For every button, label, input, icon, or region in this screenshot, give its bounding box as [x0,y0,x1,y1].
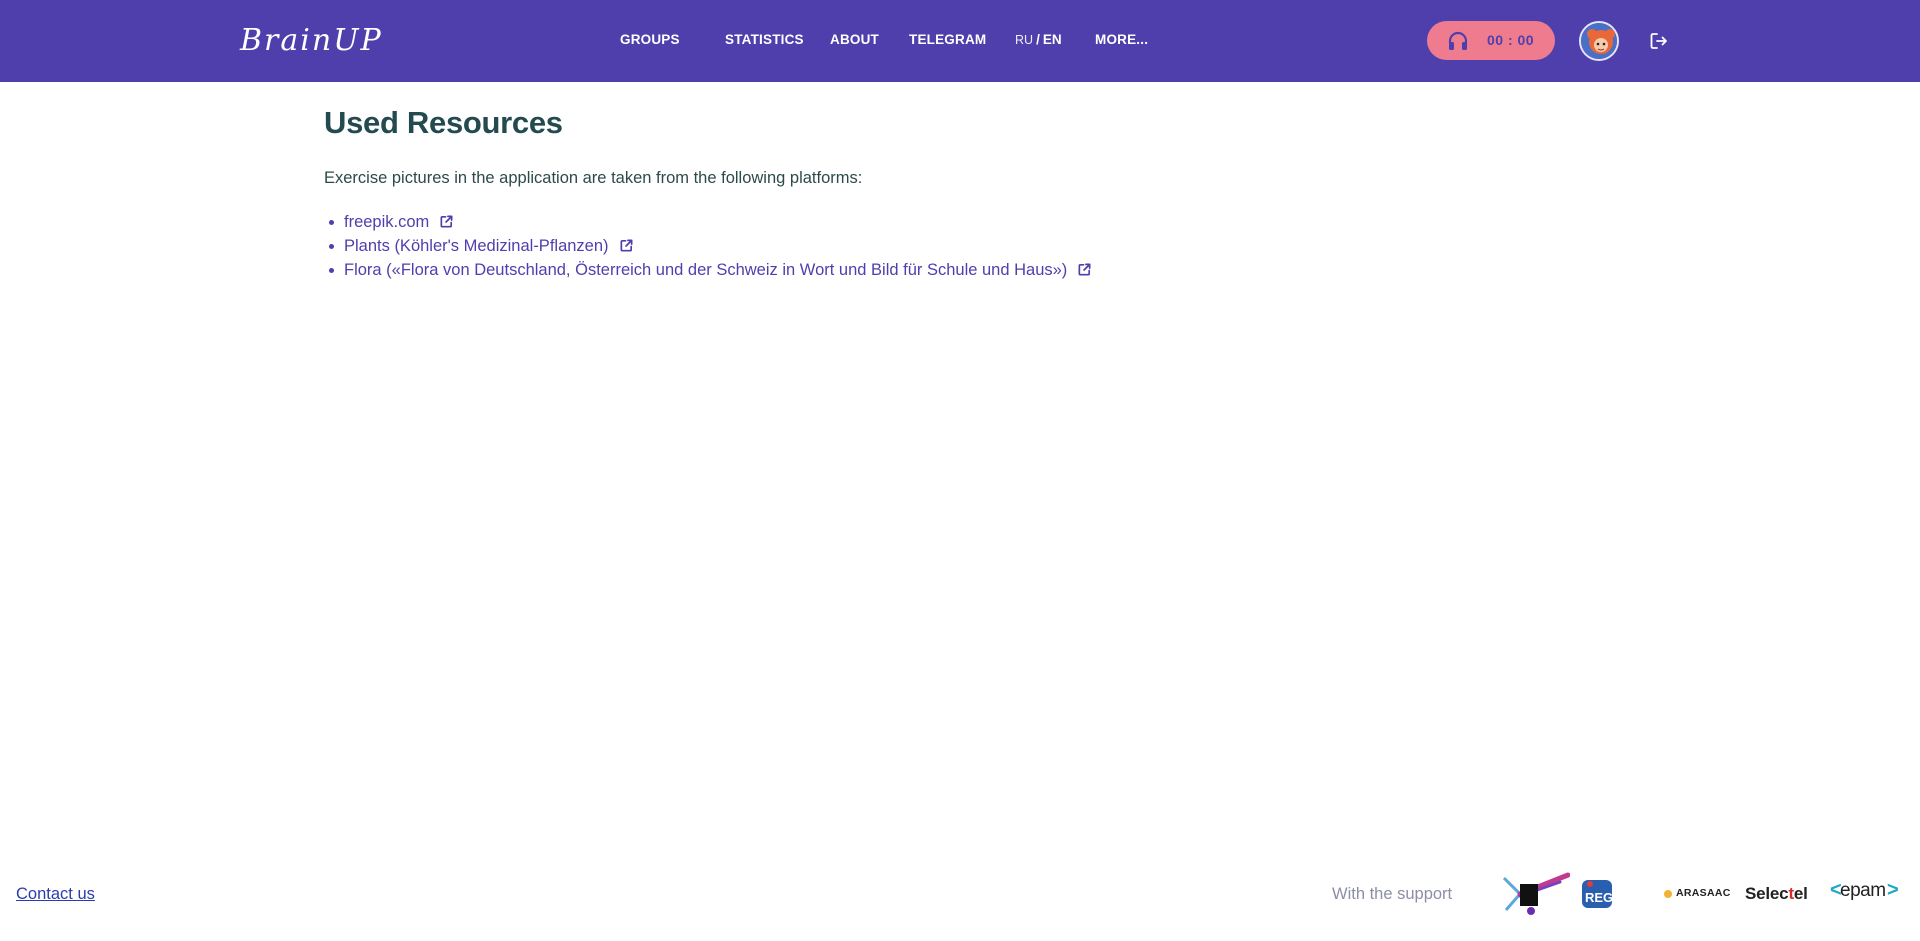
page-title: Used Resources [324,105,563,140]
external-link-icon[interactable] [619,238,634,253]
nav-about[interactable]: ABOUT [830,32,879,48]
epam-wordmark: epam [1840,880,1886,901]
sponsor-logo-selectel[interactable]: Selectel [1745,882,1819,906]
language-switcher: RU / EN [1015,32,1062,48]
headphones-icon [1448,31,1468,50]
support-label: With the support [1332,885,1453,903]
intro-text: Exercise pictures in the application are… [324,169,863,187]
user-avatar[interactable] [1579,21,1619,61]
list-bullet [329,268,334,273]
avatar-image [1581,23,1617,59]
arasaac-wordmark: ARASAAC [1676,887,1731,899]
external-link-icon[interactable] [1077,262,1092,277]
brainup-logo[interactable]: BrainUP [240,22,383,60]
lang-ru[interactable]: RU [1015,33,1033,47]
regru-logo: REG.RU [1582,880,1636,908]
list-item: Plants (Köhler's Medizinal-Pflanzen) [324,234,1092,258]
lang-en[interactable]: EN [1043,32,1062,47]
external-link-icon[interactable] [439,214,454,229]
resource-link-freepik[interactable]: freepik.com [344,213,429,231]
contact-us-link[interactable]: Contact us [16,883,95,905]
resources-list: freepik.com Plants (Köhler's Medizinal-P… [324,210,1092,282]
listening-timer[interactable]: 00 : 00 [1427,21,1555,60]
nav-groups[interactable]: GROUPS [620,32,680,48]
sponsor-logo-epam[interactable]: < epam > [1830,879,1899,905]
selectel-wordmark: Selectel [1745,884,1808,903]
nav-statistics[interactable]: STATISTICS [725,32,804,48]
list-item: Flora («Flora von Deutschland, Österreic… [324,258,1092,282]
logout-icon[interactable] [1649,31,1669,51]
list-item: freepik.com [324,210,1092,234]
arasaac-sun-icon [1664,890,1672,898]
lang-separator: / [1036,32,1040,47]
list-bullet [329,220,334,225]
sponsor-logo-regru[interactable]: REG.RU [1582,878,1642,912]
resource-link-plants[interactable]: Plants (Köhler's Medizinal-Pflanzen) [344,237,609,255]
list-bullet [329,244,334,249]
epam-right-bracket-icon: > [1887,879,1899,901]
svg-text:REG.RU: REG.RU [1585,890,1636,905]
nav-telegram[interactable]: TELEGRAM [909,32,986,48]
timer-value: 00 : 00 [1487,32,1535,48]
top-navbar: BrainUP GROUPS STATISTICS ABOUT TELEGRAM… [0,0,1920,82]
sponsor-arrow-logo [1502,872,1571,915]
resource-link-flora[interactable]: Flora («Flora von Deutschland, Österreic… [344,261,1067,279]
sponsor-logo-arasaac[interactable]: ARASAAC [1664,885,1736,903]
nav-more[interactable]: MORE... [1095,32,1148,48]
sponsor-logo-1[interactable] [1500,872,1571,916]
